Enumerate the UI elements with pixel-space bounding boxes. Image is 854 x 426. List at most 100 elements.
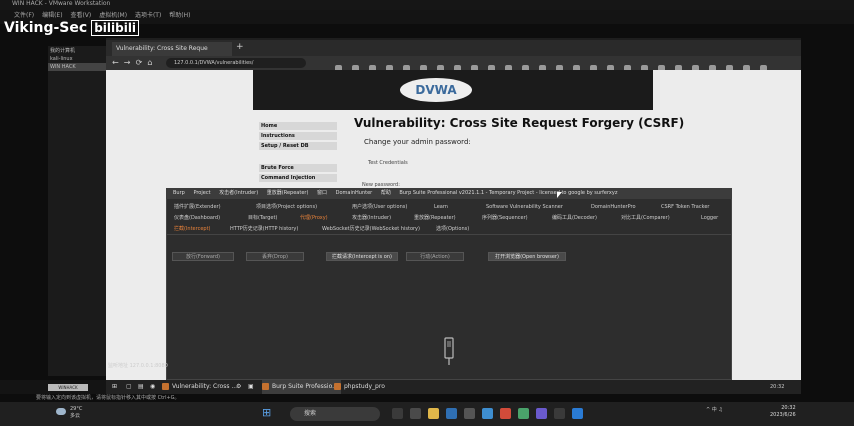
drop-button[interactable]: 丢弃(Drop) (246, 252, 304, 261)
explorer-icon[interactable]: ▤ (138, 380, 144, 394)
file-explorer-icon[interactable] (428, 408, 439, 419)
start-icon[interactable]: ⊞ (112, 380, 117, 394)
edge-icon[interactable] (446, 408, 457, 419)
taskbar-phpstudy-item[interactable]: phpstudy_pro (334, 380, 385, 394)
burp-menu-repeater[interactable]: 重放器(Repeater) (267, 190, 309, 196)
tab-dashboard[interactable]: 仪表盘(Dashboard) (174, 213, 220, 223)
back-icon[interactable]: ← (112, 58, 119, 67)
subtab-http-history[interactable]: HTTP历史记录(HTTP history) (230, 224, 298, 234)
burp-tabs-main: 仪表盘(Dashboard) 目标(Target) 代理(Proxy) 攻击器(… (166, 213, 732, 223)
dvwa-logo: DVWA (400, 78, 472, 102)
tab-project-options[interactable]: 项目选项(Project options) (256, 202, 317, 212)
forward-icon[interactable]: → (124, 58, 131, 67)
tab-domainhunterpro[interactable]: DomainHunterPro (591, 202, 636, 212)
tab-proxy[interactable]: 代理(Proxy) (300, 213, 328, 223)
tab-extender[interactable]: 插件扩展(Extender) (174, 202, 221, 212)
address-text: 127.0.0.1/DVWA/vulnerabilities/ (174, 60, 254, 66)
test-credentials-link[interactable]: Test Credentials (368, 160, 408, 166)
tab-sequencer[interactable]: 序列器(Sequencer) (482, 213, 528, 223)
tab-logger[interactable]: Logger (701, 213, 718, 223)
taskbar-burp-item[interactable]: Burp Suite Professio... (262, 380, 341, 394)
dvwa-menu-home[interactable]: Home (259, 122, 337, 130)
new-tab-icon[interactable]: + (236, 42, 244, 52)
burp-menu-burp[interactable]: Burp (173, 190, 185, 196)
weather-temp: 29°C (70, 406, 83, 412)
bilibili-logo: bilibili (91, 20, 140, 36)
menu-vm[interactable]: 虚拟机(M) (99, 12, 127, 19)
action-button[interactable]: 行动(Action) (406, 252, 464, 261)
menu-help[interactable]: 帮助(H) (169, 12, 190, 19)
dvwa-menu-setup[interactable]: Setup / Reset DB (259, 142, 337, 150)
page-subtitle: Change your admin password: (364, 138, 471, 146)
menu-edit[interactable]: 编辑(E) (42, 12, 62, 19)
dvwa-menu-instructions[interactable]: Instructions (259, 132, 337, 140)
widgets-icon[interactable] (410, 408, 421, 419)
burp-menu-project[interactable]: Project (193, 190, 210, 196)
windows-start-icon[interactable]: ⊞ (262, 407, 273, 418)
burp-menu-domainhunter[interactable]: DomainHunter (336, 190, 373, 196)
subtab-websocket-history[interactable]: WebSocket历史记录(WebSocket history) (322, 224, 420, 234)
browser-tab[interactable]: Vulnerability: Cross Site Reque (112, 42, 232, 56)
system-tray[interactable]: ^ 中 ♫ (706, 406, 723, 413)
vmware-hint: 要将输入定向到该虚拟机，请将鼠标指针移入其中或按 Ctrl+G。 (36, 395, 180, 401)
home-icon[interactable]: ⌂ (147, 58, 152, 67)
settings-icon[interactable]: ⚙ (236, 380, 241, 394)
host-taskbar (0, 402, 854, 426)
app-icon[interactable] (500, 408, 511, 419)
burp-window-title: Burp Suite Professional v2021.1.1 - Temp… (399, 190, 618, 196)
tab-decoder[interactable]: 编码工具(Decoder) (552, 213, 597, 223)
dvwa-menu-command-injection[interactable]: Command Injection (259, 174, 337, 182)
app-icon[interactable] (572, 408, 583, 419)
tab-csrf-token-tracker[interactable]: CSRF Token Tracker (661, 202, 709, 212)
app-icon[interactable] (536, 408, 547, 419)
address-bar[interactable]: 127.0.0.1/DVWA/vulnerabilities/ (166, 58, 306, 68)
vmware-taskbar-icon[interactable] (554, 408, 565, 419)
dvwa-menu-brute-force[interactable]: Brute Force (259, 164, 337, 172)
burp-menu-window[interactable]: 窗口 (317, 190, 327, 196)
open-browser-button[interactable]: 打开浏览器(Open browser) (488, 252, 566, 261)
app-icon[interactable] (518, 408, 529, 419)
menu-file[interactable]: 文件(F) (14, 12, 34, 19)
taskbar-browser-label: Vulnerability: Cross ... (172, 383, 238, 390)
burp-menu-intruder[interactable]: 攻击者(Intruder) (219, 190, 258, 196)
subtab-options[interactable]: 选项(Options) (436, 224, 469, 234)
library-winhack[interactable]: WIN HACK (48, 63, 106, 71)
menu-view[interactable]: 查看(V) (70, 12, 91, 19)
reload-icon[interactable]: ⟳ (136, 58, 143, 67)
host-search-box[interactable]: 搜索 (290, 407, 380, 421)
vm-thumbnail[interactable]: WINHACK (48, 384, 88, 391)
app-icon[interactable] (482, 408, 493, 419)
menu-tabs[interactable]: 选项卡(T) (135, 12, 161, 19)
taskbar-browser-item[interactable]: Vulnerability: Cross ... (162, 380, 237, 394)
taskview-icon[interactable] (392, 408, 403, 419)
tab-repeater[interactable]: 重放器(Repeater) (414, 213, 456, 223)
browser-icon[interactable]: ◉ (150, 380, 155, 394)
forward-button[interactable]: 放行(Forward) (172, 252, 234, 261)
guest-clock: 20:32 (770, 384, 785, 390)
weather-widget[interactable]: 29°C 多云 (70, 406, 82, 420)
store-icon[interactable] (464, 408, 475, 419)
burp-proxy-subtabs: 拦截(Intercept) HTTP历史记录(HTTP history) Web… (166, 224, 732, 235)
vmware-title: WIN HACK - VMware Workstation (12, 0, 111, 7)
tab-user-options[interactable]: 用户选项(User options) (352, 202, 407, 212)
channel-watermark: Viking-Sec bilibili (4, 20, 140, 36)
browser-nav: ← → ⟳ ⌂ (112, 56, 152, 70)
library-kali[interactable]: kali-linux (48, 55, 106, 63)
subtab-intercept[interactable]: 拦截(Intercept) (174, 224, 211, 234)
tab-comparer[interactable]: 对比工具(Comparer) (621, 213, 670, 223)
tab-learn[interactable]: Learn (434, 202, 448, 212)
watermark-text: Viking-Sec (4, 20, 88, 36)
menu-gap (259, 152, 337, 162)
taskbar-burp-label: Burp Suite Professio... (272, 383, 338, 390)
terminal-icon[interactable]: ▣ (248, 380, 254, 394)
host-date: 2023/6/26 (770, 412, 796, 418)
host-search-label: 搜索 (304, 410, 317, 417)
library-my-computer[interactable]: 我的计算机 (48, 46, 106, 55)
burp-menu-help[interactable]: 帮助 (381, 190, 391, 196)
intercept-toggle-button[interactable]: 拦截请求(Intercept is on) (326, 252, 398, 261)
intercept-toolbar: 放行(Forward) 丢弃(Drop) 拦截请求(Intercept is o… (166, 252, 732, 262)
taskview-icon[interactable]: ▢ (126, 380, 132, 394)
tab-target[interactable]: 目标(Target) (248, 213, 277, 223)
tab-intruder[interactable]: 攻击器(Intruder) (352, 213, 391, 223)
tab-vuln-scanner[interactable]: Software Vulnerability Scanner (486, 202, 563, 212)
